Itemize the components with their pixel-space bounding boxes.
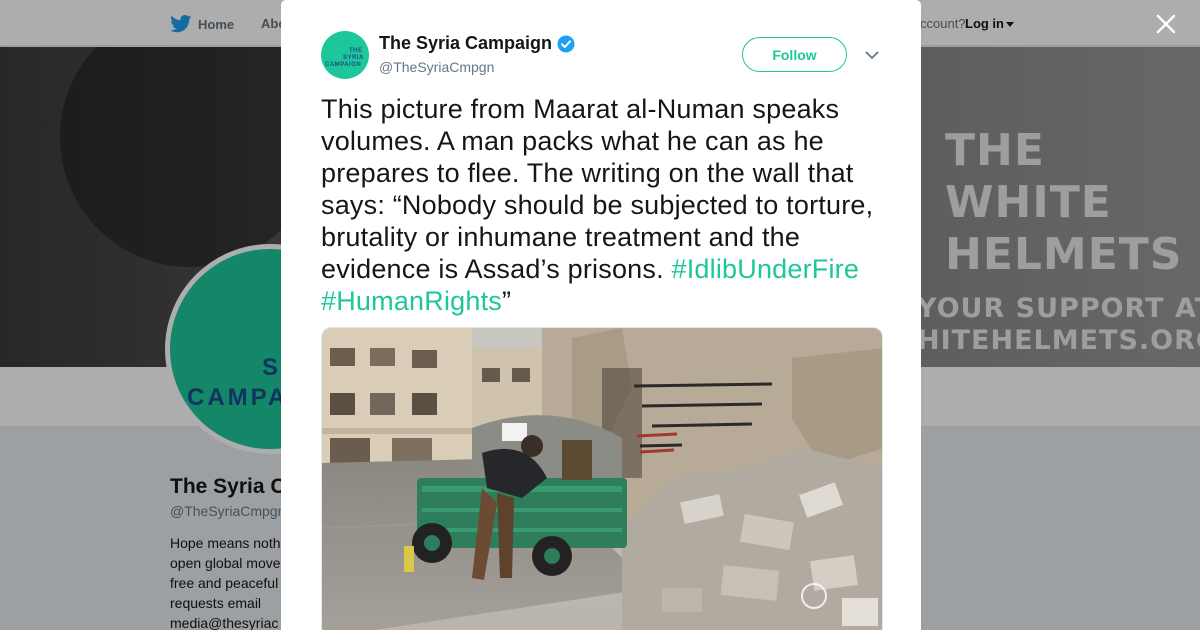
author-name-label: The Syria Campaign: [379, 33, 553, 53]
tweet-author-handle[interactable]: @TheSyriaCmpgn: [379, 59, 494, 75]
tweet-author-name[interactable]: The Syria Campaign: [379, 33, 575, 54]
tweet-text: This picture from Maarat al-Numan speaks…: [321, 93, 881, 317]
avatar-text: THE: [349, 48, 363, 54]
hashtag-link[interactable]: #IdlibUnderFire: [672, 254, 860, 284]
avatar-text: SYRIA: [343, 55, 364, 61]
tweet-modal: THE SYRIA CAMPAIGN The Syria Campaign @T…: [281, 0, 921, 630]
hashtag-link[interactable]: #HumanRights: [321, 286, 502, 316]
tweet-photo[interactable]: [321, 327, 883, 630]
follow-button[interactable]: Follow: [742, 37, 847, 72]
avatar-text: CAMPAIGN: [325, 62, 362, 68]
close-icon[interactable]: [1155, 13, 1177, 35]
tweet-author-avatar[interactable]: THE SYRIA CAMPAIGN: [321, 31, 369, 79]
tweet-body-end: ”: [502, 286, 512, 316]
verified-badge-icon: [557, 35, 575, 53]
chevron-down-icon[interactable]: [865, 48, 879, 62]
